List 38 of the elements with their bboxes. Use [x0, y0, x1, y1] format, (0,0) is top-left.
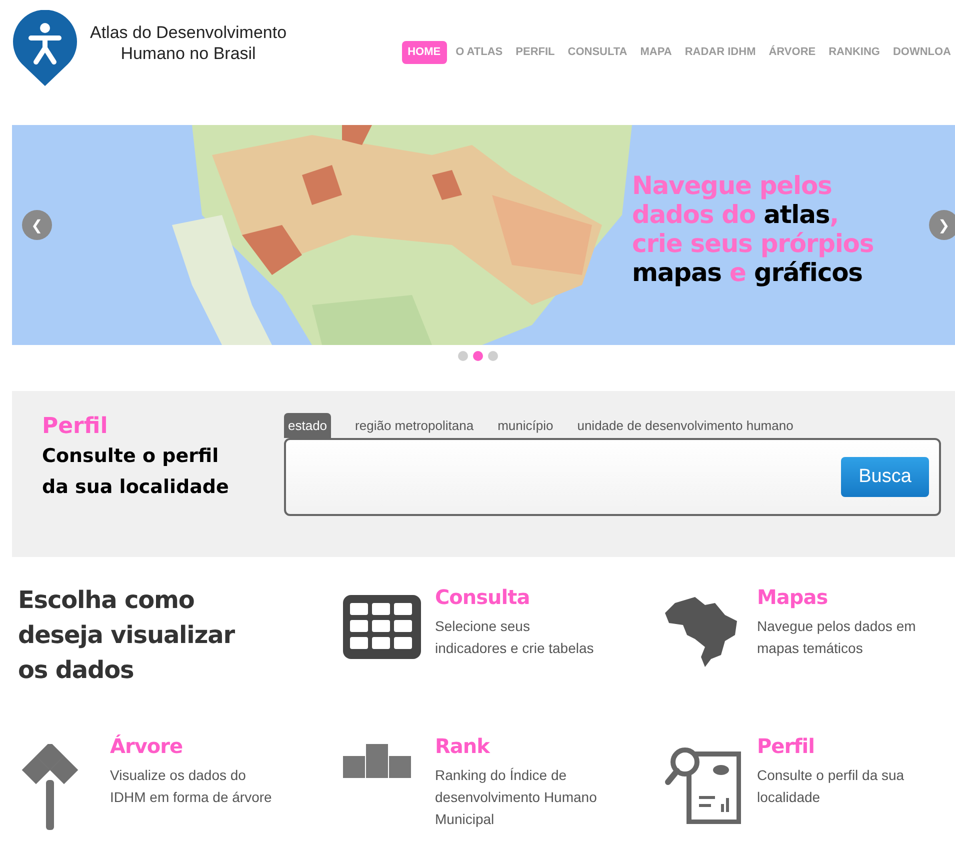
search-field[interactable]: Busca [284, 438, 941, 516]
feature-title[interactable]: Perfil [757, 732, 922, 760]
nav-link[interactable]: ÁRVORE [764, 41, 820, 64]
section-heading: Escolha como deseja visualizar os dados [18, 585, 236, 686]
nav-link[interactable]: O ATLAS [452, 41, 507, 64]
feature-description: Selecione seus indicadores e crie tabelas [435, 617, 595, 658]
feature-title[interactable]: Árvore [110, 732, 275, 760]
feature-description: Navegue pelos dados em mapas temáticos [757, 617, 917, 658]
search-button[interactable]: Busca [841, 457, 929, 497]
map-icon [665, 595, 739, 667]
section-title: Perfil [42, 413, 109, 441]
feature-title[interactable]: Rank [435, 732, 600, 760]
section-subtitle: Consulte o perfil da sua localidade [42, 444, 230, 500]
nav-link[interactable]: PERFIL [512, 41, 559, 64]
banner-text: mapas e gráficos [632, 258, 864, 287]
search-tab[interactable]: região metropolitana [355, 412, 474, 438]
table-icon [343, 595, 421, 659]
feature-description: Ranking do Índice de desenvolvimento Humano Municipal [435, 766, 598, 829]
site-title: Humano no Brasil [120, 43, 256, 64]
search-tab[interactable]: município [498, 412, 554, 438]
nav-link[interactable]: MAPA [636, 41, 676, 64]
nav-link[interactable]: CONSULTA [564, 41, 632, 64]
banner-text: dados do atlas, [632, 200, 840, 229]
site-title: Atlas do Desenvolvimento [90, 22, 287, 44]
feature-title[interactable]: Mapas [757, 583, 922, 611]
nav-link[interactable]: RANKING [824, 41, 884, 64]
feature-description: Visualize os dados do IDHM em forma de árvore [110, 766, 273, 807]
podium-icon [343, 744, 411, 778]
search-tab[interactable]: estado [284, 412, 332, 438]
nav-link[interactable]: RADAR IDHM [680, 41, 760, 64]
nav-link[interactable]: HOME [402, 41, 447, 64]
logo-icon [12, 10, 78, 86]
feature-description: Consulte o perfil da sua localidade [757, 766, 906, 807]
banner-text: Navegue pelos [632, 171, 833, 200]
search-tab[interactable]: unidade de desenvolvimento humano [577, 412, 794, 438]
nav-link[interactable]: DOWNLOA [888, 41, 955, 64]
feature-title[interactable]: Consulta [435, 583, 600, 611]
banner-text: crie seus prórpios [632, 229, 874, 258]
